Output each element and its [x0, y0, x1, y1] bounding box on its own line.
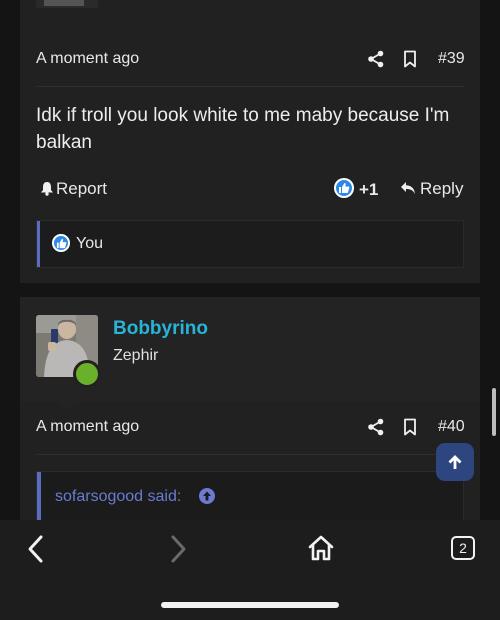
arrow-up-icon [448, 455, 462, 469]
like-icon[interactable] [334, 178, 354, 198]
reaction-count[interactable]: +1 [359, 180, 378, 200]
forward-icon[interactable] [168, 534, 188, 564]
reply-button[interactable]: Reply [420, 179, 463, 199]
post-number[interactable]: #40 [438, 418, 465, 436]
reactions-summary[interactable]: You [36, 220, 464, 268]
tabs-button[interactable]: 2 [451, 536, 475, 560]
scroll-to-top-button[interactable] [436, 443, 474, 481]
share-icon[interactable] [367, 418, 385, 436]
user-name-link[interactable]: Bobbyrino [113, 318, 208, 340]
like-icon [52, 234, 70, 252]
online-status-indicator [73, 360, 101, 388]
post-number[interactable]: #39 [438, 50, 465, 68]
reactions-accent-bar [37, 221, 40, 267]
post-body: Idk if troll you look white to me maby b… [36, 105, 450, 153]
bookmark-icon[interactable] [403, 50, 417, 68]
post-timestamp[interactable]: A moment ago [36, 418, 139, 436]
image-fragment [36, 0, 98, 8]
home-icon[interactable] [307, 534, 335, 562]
user-block-pointer [58, 402, 76, 411]
quote-attribution[interactable]: sofarsogood said: [55, 488, 181, 506]
report-button[interactable]: Report [56, 179, 107, 199]
home-indicator [161, 602, 339, 608]
bell-icon[interactable] [40, 181, 54, 196]
user-title: Zephir [113, 347, 159, 364]
scrollbar-thumb[interactable] [492, 388, 496, 436]
divider [36, 86, 464, 87]
divider [36, 454, 464, 455]
reply-icon[interactable] [400, 181, 416, 195]
share-icon[interactable] [367, 50, 385, 68]
arrow-up-circle-icon[interactable] [199, 488, 215, 504]
bookmark-icon[interactable] [403, 418, 417, 436]
reactions-user-list[interactable]: You [76, 235, 103, 253]
post-timestamp[interactable]: A moment ago [36, 50, 139, 68]
back-icon[interactable] [26, 534, 46, 564]
